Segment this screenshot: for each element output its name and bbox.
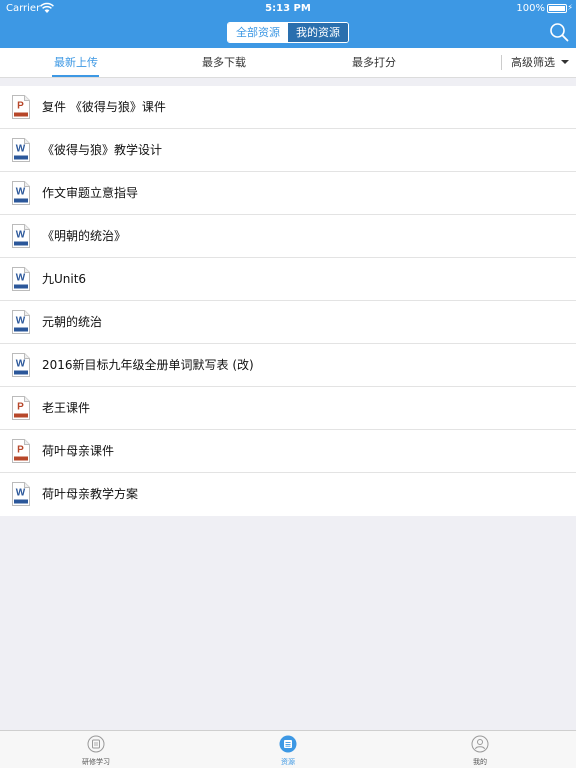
tab-most-downloaded[interactable]: 最多下载 (188, 48, 260, 77)
tab-resources-label: 资源 (281, 758, 295, 766)
resource-list: P 复件 《彼得与狼》课件 W 《彼得与狼》教学设计 W 作文审题立意指导 W 《明朝的统治》… (0, 86, 576, 516)
resource-title: 元朝的统治 (42, 315, 103, 329)
tab-bar: 研修学习 资源 我的 (0, 730, 576, 768)
resource-title: 《明朝的统治》 (42, 229, 127, 243)
segment-all-resources[interactable]: 全部资源 (228, 23, 288, 42)
status-bar: Carrier 5:13 PM 100% ⚡ (0, 0, 576, 17)
svg-text:W: W (16, 273, 26, 284)
ppt-file-icon: P (12, 396, 30, 420)
svg-text:W: W (16, 316, 26, 327)
list-item[interactable]: W 元朝的统治 (0, 301, 576, 344)
battery-icon (547, 4, 567, 13)
tab-study-label: 研修学习 (82, 758, 110, 766)
resource-title: 荷叶母亲课件 (42, 444, 115, 458)
resource-title: 2016新目标九年级全册单词默写表 (改) (42, 358, 254, 372)
resource-title: 荷叶母亲教学方案 (42, 487, 139, 501)
filter-bar: 最新上传 最多下载 最多打分 高级筛选 (0, 48, 576, 78)
profile-icon (471, 735, 489, 753)
svg-text:W: W (16, 359, 26, 370)
list-item[interactable]: P 复件 《彼得与狼》课件 (0, 86, 576, 129)
list-item[interactable]: W 2016新目标九年级全册单词默写表 (改) (0, 344, 576, 387)
list-item[interactable]: W 作文审题立意指导 (0, 172, 576, 215)
tab-resources[interactable]: 资源 (248, 731, 328, 768)
word-file-icon: W (12, 310, 30, 334)
resource-title: 老王课件 (42, 401, 91, 415)
list-item[interactable]: W 荷叶母亲教学方案 (0, 473, 576, 516)
svg-text:P: P (17, 402, 24, 413)
resources-icon (279, 735, 297, 753)
list-item[interactable]: P 老王课件 (0, 387, 576, 430)
svg-text:W: W (16, 187, 26, 198)
svg-text:W: W (16, 230, 26, 241)
word-file-icon: W (12, 267, 30, 291)
active-tab-indicator (52, 75, 99, 77)
resource-title: 作文审题立意指导 (42, 186, 139, 200)
tab-most-rated[interactable]: 最多打分 (338, 48, 410, 77)
word-file-icon: W (12, 482, 30, 506)
nav-bar: 全部资源 我的资源 (0, 17, 576, 48)
status-time: 5:13 PM (265, 3, 311, 14)
word-file-icon: W (12, 138, 30, 162)
resource-title: 九Unit6 (42, 272, 87, 286)
list-item[interactable]: W 九Unit6 (0, 258, 576, 301)
tab-latest-upload[interactable]: 最新上传 (40, 48, 112, 77)
resource-scope-segment: 全部资源 我的资源 (227, 22, 349, 43)
list-item[interactable]: W 《彼得与狼》教学设计 (0, 129, 576, 172)
battery-percent: 100% (516, 3, 545, 14)
search-icon[interactable] (548, 21, 570, 43)
svg-text:W: W (16, 144, 26, 155)
tab-profile-label: 我的 (473, 758, 487, 766)
caret-down-icon[interactable] (561, 60, 569, 64)
advanced-filter-button[interactable]: 高级筛选 (511, 48, 555, 77)
tab-profile[interactable]: 我的 (440, 731, 520, 768)
word-file-icon: W (12, 181, 30, 205)
study-icon (87, 735, 105, 753)
list-item[interactable]: W 《明朝的统治》 (0, 215, 576, 258)
resource-title: 复件 《彼得与狼》课件 (42, 100, 166, 114)
ppt-file-icon: P (12, 95, 30, 119)
word-file-icon: W (12, 353, 30, 377)
ppt-file-icon: P (12, 439, 30, 463)
tab-study[interactable]: 研修学习 (56, 731, 136, 768)
resource-title: 《彼得与狼》教学设计 (42, 143, 163, 157)
segment-my-resources[interactable]: 我的资源 (288, 23, 348, 42)
svg-text:P: P (17, 445, 24, 456)
filter-divider (501, 55, 502, 70)
svg-text:P: P (17, 101, 24, 112)
word-file-icon: W (12, 224, 30, 248)
charging-icon: ⚡ (567, 3, 573, 12)
list-item[interactable]: P 荷叶母亲课件 (0, 430, 576, 473)
svg-text:W: W (16, 488, 26, 499)
